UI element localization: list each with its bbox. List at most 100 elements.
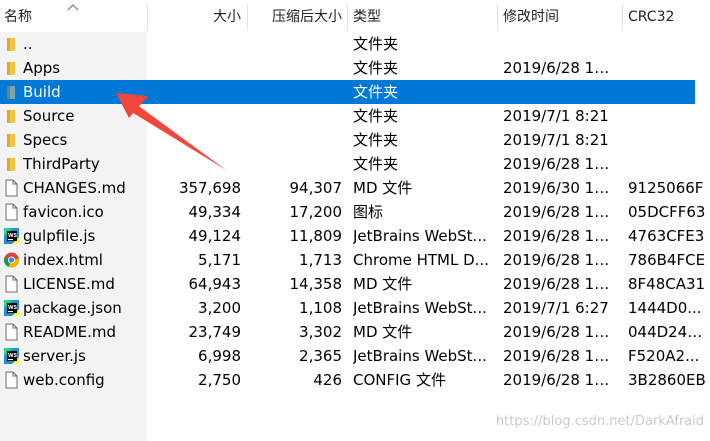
- cell-packed: 1,108: [299, 299, 342, 317]
- cell-type: MD 文件: [353, 179, 413, 197]
- cell-name: ..: [23, 35, 33, 53]
- cell-type: 文件夹: [353, 155, 399, 173]
- column-divider[interactable]: [347, 4, 348, 30]
- file-row[interactable]: CHANGES.md 357,698 94,307 MD 文件 2019/6/30 19…: [0, 176, 710, 200]
- file-row[interactable]: .. 文件夹: [0, 32, 710, 56]
- cell-crc: 044D2453: [628, 323, 706, 341]
- cell-size: 49,334: [188, 203, 242, 221]
- cell-packed: [247, 56, 342, 80]
- cell-type: 文件夹: [353, 59, 399, 77]
- cell-crc: 9125066F: [628, 179, 704, 197]
- cell-modified: [503, 32, 615, 56]
- cell-crc: 4763CFE3: [628, 227, 705, 245]
- cell-modified: 2019/6/28 11:...: [503, 203, 615, 221]
- cell-packed: 14,358: [289, 275, 343, 293]
- file-row[interactable]: web.config 2,750 426 CONFIG 文件 2019/6/28 11:…: [0, 368, 710, 392]
- cell-packed: [247, 128, 342, 152]
- cell-size: 5,171: [198, 251, 241, 269]
- column-divider[interactable]: [247, 4, 248, 30]
- column-header-crc32[interactable]: CRC32: [624, 0, 710, 32]
- folder-icon: [3, 155, 20, 173]
- cell-name: Build: [23, 83, 61, 101]
- cell-type: JetBrains WebSt...: [353, 299, 487, 317]
- cell-size: [149, 128, 241, 152]
- file-row[interactable]: index.html 5,171 1,713 Chrome HTML D... 2019…: [0, 248, 710, 272]
- cell-type: MD 文件: [353, 323, 413, 341]
- cell-modified: 2019/6/28 11:...: [503, 347, 615, 365]
- cell-size: 357,698: [178, 179, 241, 197]
- cell-packed: 426: [313, 371, 342, 389]
- cell-size: 64,943: [188, 275, 242, 293]
- cell-packed: [247, 32, 342, 56]
- cell-packed: 94,307: [289, 179, 343, 197]
- column-header-type[interactable]: 类型: [349, 0, 494, 32]
- cell-size: 23,749: [188, 323, 242, 341]
- webstorm-icon: WS: [3, 299, 20, 317]
- cell-size: 49,124: [188, 227, 242, 245]
- cell-packed: 17,200: [289, 203, 343, 221]
- cell-name: gulpfile.js: [23, 227, 96, 245]
- cell-packed: 2,365: [299, 347, 342, 365]
- cell-modified: 2019/6/30 19:...: [503, 179, 615, 197]
- cell-name: Source: [23, 107, 75, 125]
- folder-icon: [3, 59, 20, 77]
- cell-modified: 2019/7/1 8:21: [503, 107, 609, 125]
- chrome-icon: [3, 251, 20, 269]
- cell-name: LICENSE.md: [23, 275, 115, 293]
- cell-size: [149, 32, 241, 56]
- cell-size: [149, 80, 241, 104]
- file-row[interactable]: Apps 文件夹 2019/6/28 11:...: [0, 56, 710, 80]
- cell-crc: [628, 32, 706, 56]
- cell-modified: 2019/7/1 6:27: [503, 299, 609, 317]
- cell-name: favicon.ico: [23, 203, 104, 221]
- cell-modified: 2019/6/28 11:...: [503, 227, 615, 245]
- cell-modified: 2019/6/28 11:...: [503, 155, 615, 173]
- file-row[interactable]: favicon.ico 49,334 17,200 图标 2019/6/28 11:..…: [0, 200, 710, 224]
- cell-packed: 1,713: [299, 251, 342, 269]
- cell-packed: 11,809: [289, 227, 343, 245]
- column-header-packed-size[interactable]: 压缩后大小: [258, 0, 346, 32]
- cell-modified: [503, 80, 615, 104]
- file-row[interactable]: WS gulpfile.js 49,124 11,809 JetBrains WebSt…: [0, 224, 710, 248]
- file-row[interactable]: WS package.json 3,200 1,108 JetBrains WebSt.…: [0, 296, 710, 320]
- file-row[interactable]: ThirdParty 文件夹 2019/6/28 11:...: [0, 152, 710, 176]
- cell-crc: [628, 104, 706, 128]
- cell-crc: 8F48CA31: [628, 275, 706, 293]
- column-header-modified[interactable]: 修改时间: [499, 0, 619, 32]
- sort-ascending-icon[interactable]: [66, 2, 80, 12]
- document-icon: [3, 371, 20, 389]
- folder-icon: [3, 131, 20, 149]
- column-header-size[interactable]: 大小: [149, 0, 245, 32]
- cell-size: [149, 104, 241, 128]
- cell-type: 文件夹: [353, 83, 399, 101]
- cell-type: JetBrains WebSt...: [353, 227, 487, 245]
- cell-modified: 2019/6/28 11:...: [503, 275, 615, 293]
- column-divider[interactable]: [147, 4, 148, 30]
- file-row[interactable]: Source 文件夹 2019/7/1 8:21: [0, 104, 710, 128]
- column-divider[interactable]: [497, 4, 498, 30]
- cell-name: CHANGES.md: [23, 179, 126, 197]
- file-row[interactable]: README.md 23,749 3,302 MD 文件 2019/6/28 11:..…: [0, 320, 710, 344]
- file-row-selected[interactable]: Build 文件夹: [0, 80, 710, 104]
- cell-crc: [628, 56, 706, 80]
- file-row[interactable]: Specs 文件夹 2019/7/1 8:21: [0, 128, 710, 152]
- cell-name: web.config: [23, 371, 105, 389]
- file-row[interactable]: LICENSE.md 64,943 14,358 MD 文件 2019/6/28 11:…: [0, 272, 710, 296]
- cell-name: README.md: [23, 323, 117, 341]
- file-row[interactable]: WS server.js 6,998 2,365 JetBrains WebSt... 2…: [0, 344, 710, 368]
- cell-name: ThirdParty: [23, 155, 100, 173]
- folder-icon: [3, 107, 20, 125]
- cell-size: 6,998: [198, 347, 241, 365]
- cell-crc: 786B4FCE: [628, 251, 706, 269]
- cell-packed: 3,302: [299, 323, 342, 341]
- cell-type: 文件夹: [353, 107, 399, 125]
- cell-modified: 2019/6/28 11:...: [503, 371, 615, 389]
- cell-crc: 3B2860EB: [628, 371, 706, 389]
- webstorm-icon: WS: [3, 347, 20, 365]
- cell-type: 图标: [353, 203, 384, 221]
- cell-crc: [628, 80, 706, 104]
- document-icon: [3, 275, 20, 293]
- cell-size: [149, 56, 241, 80]
- document-icon: [3, 179, 20, 197]
- column-divider[interactable]: [622, 4, 623, 30]
